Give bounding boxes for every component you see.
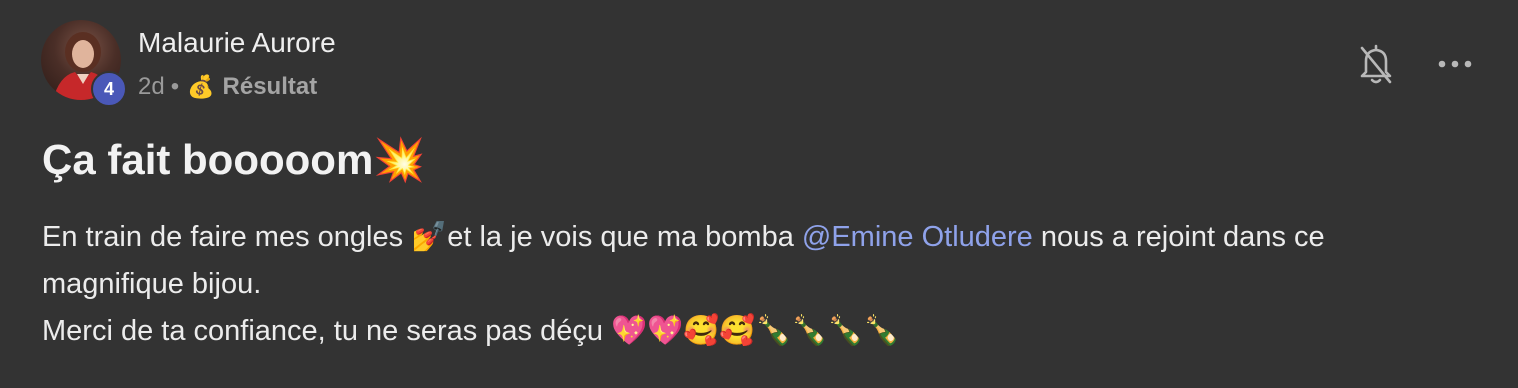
- post-meta: 2d • 💰 Résultat: [138, 73, 317, 101]
- level-badge: 4: [91, 71, 127, 107]
- more-options-icon[interactable]: [1434, 52, 1476, 76]
- bell-off-icon[interactable]: [1356, 42, 1396, 86]
- post-card: 4 Malaurie Aurore 2d • 💰 Résultat Ça fai…: [0, 0, 1518, 388]
- meta-separator: •: [170, 73, 180, 100]
- author-avatar-group[interactable]: 4: [41, 20, 127, 107]
- author-name[interactable]: Malaurie Aurore: [138, 27, 336, 59]
- post-category[interactable]: Résultat: [223, 73, 318, 101]
- post-body: En train de faire mes ongles 💅et la je v…: [42, 214, 1462, 355]
- post-title: Ça fait booooom💥: [42, 136, 426, 183]
- post-body-text: En train de faire mes ongles 💅et la je v…: [42, 221, 802, 253]
- post-time: 2d: [138, 73, 165, 100]
- post-body-line: Merci de ta confiance, tu ne seras pas d…: [42, 315, 900, 347]
- money-bag-icon: 💰: [187, 74, 215, 99]
- user-mention-link[interactable]: @Emine Otludere: [802, 221, 1033, 253]
